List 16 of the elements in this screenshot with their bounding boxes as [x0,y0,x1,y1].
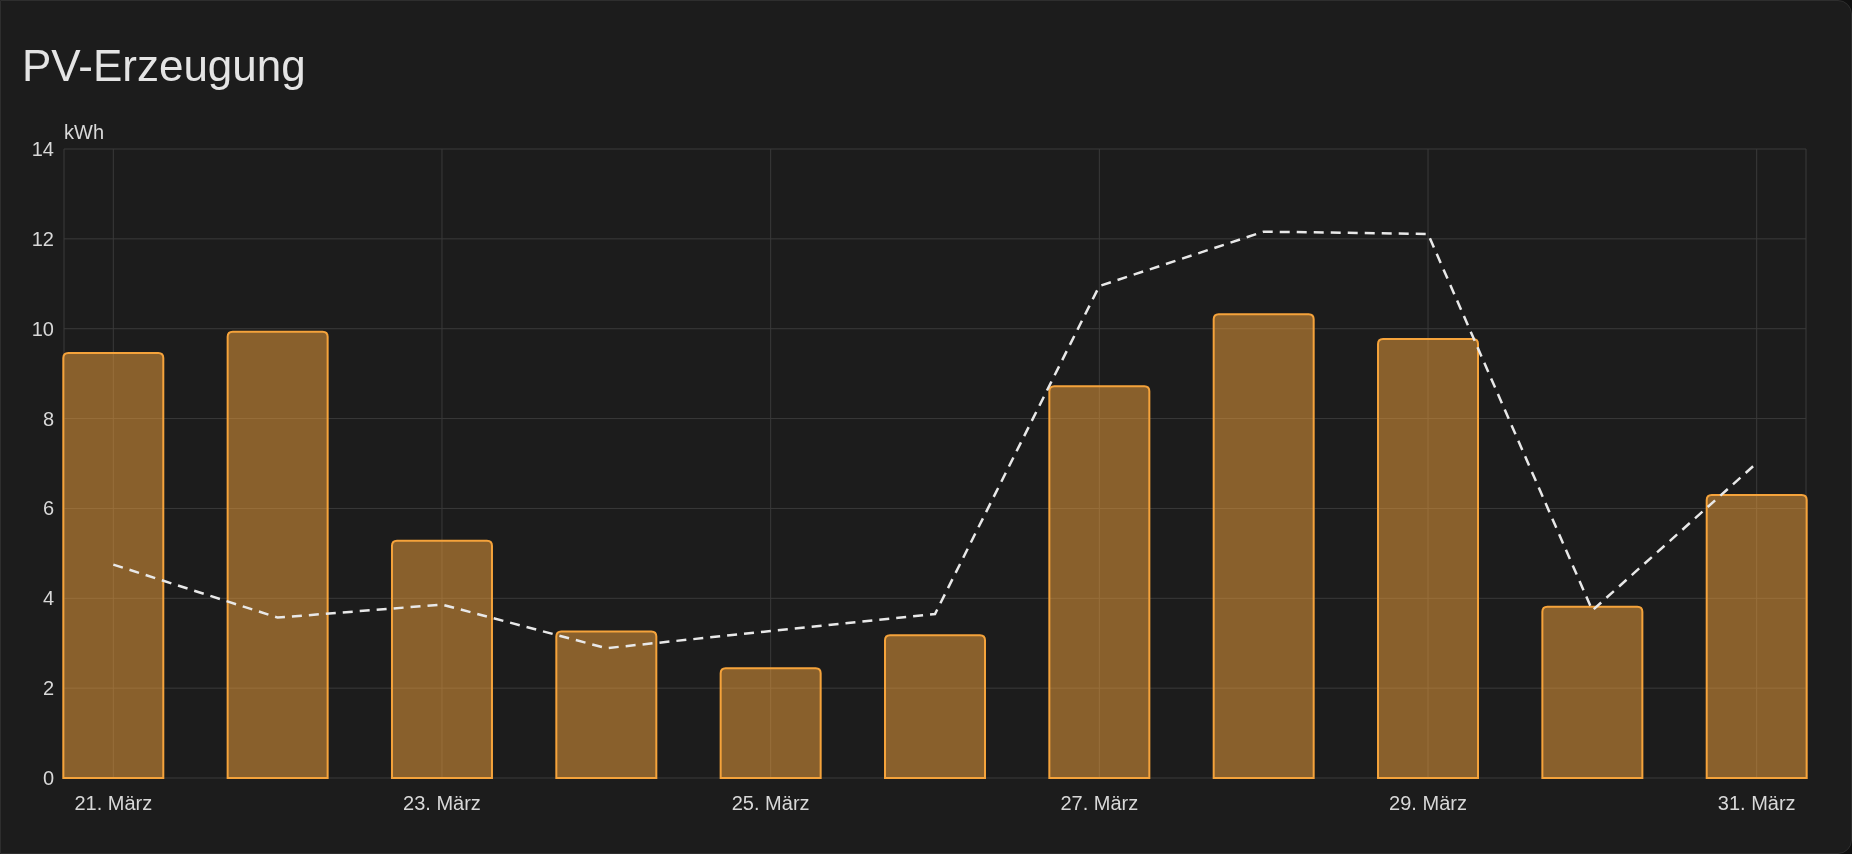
y-tick-label: 14 [31,138,54,160]
y-tick-label: 6 [42,497,54,520]
x-tick-label: 29. März [1389,792,1467,814]
y-tick-label: 2 [42,677,54,700]
y-tick-label: 4 [42,587,54,610]
y-axis-unit: kWh [64,121,104,143]
card-title: PV-Erzeugung [22,41,306,91]
y-tick-label: 10 [31,317,54,340]
x-tick-label: 31. März [1717,792,1796,814]
y-tick-label: 8 [42,407,54,430]
x-tick-label: 23. März [403,792,481,814]
x-tick-label: 21. März [74,792,153,814]
x-tick-label: 27. März [1060,792,1139,814]
y-tick-label: 0 [42,767,54,789]
y-tick-label: 12 [31,227,54,250]
x-tick-label: 25. März [731,792,810,814]
